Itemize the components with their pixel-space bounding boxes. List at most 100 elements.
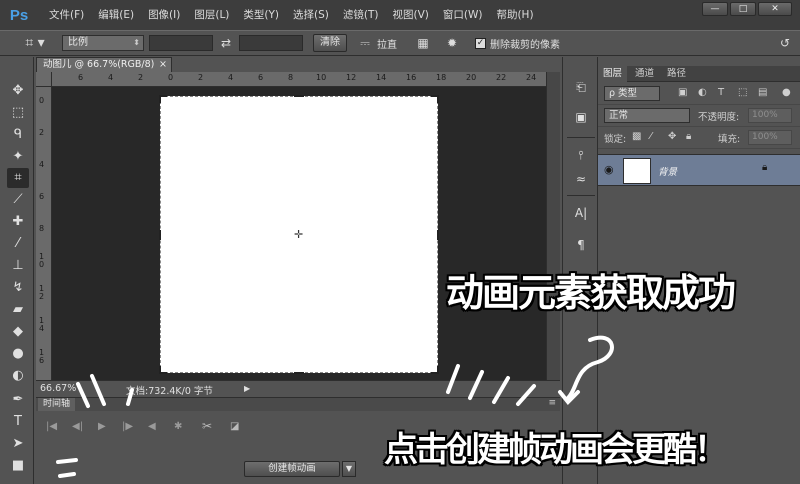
lasso-tool-icon[interactable]: ᑫ xyxy=(7,125,29,145)
filter-type-icon[interactable]: T xyxy=(718,87,724,98)
blend-mode-select[interactable]: 正常 xyxy=(604,108,690,123)
marquee-tool-icon[interactable]: ⬚ xyxy=(7,103,29,123)
pen-tool-icon[interactable]: ✒ xyxy=(7,390,29,410)
filter-shape-icon[interactable]: ⬚ xyxy=(738,87,747,98)
close-button[interactable]: ✕ xyxy=(758,2,792,16)
crop-handle-top-left[interactable] xyxy=(159,95,167,103)
menu-type[interactable]: 类型(Y) xyxy=(236,0,286,30)
opacity-field[interactable]: 100% xyxy=(748,108,792,123)
move-tool-icon[interactable]: ✥ xyxy=(7,81,29,101)
menu-help[interactable]: 帮助(H) xyxy=(489,0,540,30)
path-selection-tool-icon[interactable]: ➤ xyxy=(7,434,29,454)
menu-filter[interactable]: 滤镜(T) xyxy=(336,0,386,30)
type-tool-icon[interactable]: T xyxy=(7,412,29,432)
tab-layers[interactable]: 图层 xyxy=(598,66,628,82)
audio-icon[interactable]: ◀ xyxy=(148,421,156,432)
ruler-origin[interactable] xyxy=(36,72,52,87)
crop-handle-bottom-right[interactable] xyxy=(431,366,439,374)
zoom-level[interactable]: 66.67% xyxy=(40,383,76,394)
blur-tool-icon[interactable]: ● xyxy=(7,344,29,364)
dodge-tool-icon[interactable]: ◐ xyxy=(7,366,29,386)
lock-paint-icon[interactable]: ⁄ xyxy=(650,131,652,142)
filter-toggle-icon[interactable]: ● xyxy=(782,87,791,98)
straighten-icon[interactable]: ⎓ xyxy=(353,36,377,51)
menu-image[interactable]: 图像(I) xyxy=(141,0,187,30)
previous-frame-icon[interactable]: ◀| xyxy=(72,421,83,432)
lock-transparency-icon[interactable]: ▩ xyxy=(632,131,641,142)
fill-field[interactable]: 100% xyxy=(748,130,792,145)
swap-icon[interactable]: ⇄ xyxy=(213,36,239,50)
rectangle-tool-icon[interactable]: ■ xyxy=(7,456,29,476)
tab-channels[interactable]: 通道 xyxy=(630,66,659,82)
next-frame-icon[interactable]: |▶ xyxy=(122,421,133,432)
eraser-tool-icon[interactable]: ▰ xyxy=(7,300,29,320)
lock-position-icon[interactable]: ✥ xyxy=(668,131,676,142)
canvas-area[interactable]: ✛ xyxy=(52,87,546,380)
create-frame-animation-button[interactable]: 创建帧动画 xyxy=(244,461,340,477)
filter-adjustment-icon[interactable]: ◐ xyxy=(698,87,707,98)
lock-icon[interactable]: 🔒︎ xyxy=(762,162,767,173)
clear-button[interactable]: 清除 xyxy=(313,34,347,52)
character-panel-icon[interactable]: A| xyxy=(571,203,591,223)
crop-handle-bottom[interactable] xyxy=(294,372,304,374)
reset-icon[interactable]: ↺ xyxy=(778,36,792,50)
crop-handle-left[interactable] xyxy=(159,230,161,240)
history-panel-icon[interactable]: ⎗ xyxy=(571,77,591,97)
menu-select[interactable]: 选择(S) xyxy=(286,0,336,30)
document-tab[interactable]: 动图儿 @ 66.7%(RGB/8) × xyxy=(36,57,172,72)
eyedropper-tool-icon[interactable]: ⟋ xyxy=(7,190,29,210)
ratio-width-field[interactable] xyxy=(149,35,213,51)
status-menu-icon[interactable]: ▶ xyxy=(244,384,250,393)
close-tab-icon[interactable]: × xyxy=(159,58,167,72)
tab-paths[interactable]: 路径 xyxy=(662,66,691,82)
panel-menu-icon[interactable]: ≡ xyxy=(548,398,556,408)
brush-tool-icon[interactable]: ⁄ xyxy=(7,234,29,254)
history-brush-tool-icon[interactable]: ↯ xyxy=(7,278,29,298)
menu-layer[interactable]: 图层(L) xyxy=(187,0,236,30)
actions-panel-icon[interactable]: ▣ xyxy=(571,107,591,127)
crop-handle-top-right[interactable] xyxy=(431,95,439,103)
overlay-grid-icon[interactable]: ▦ xyxy=(411,36,435,50)
scissors-icon[interactable]: ✂ xyxy=(202,419,212,433)
paragraph-panel-icon[interactable]: ¶ xyxy=(571,235,591,255)
crop-handle-bottom-left[interactable] xyxy=(159,366,167,374)
first-frame-icon[interactable]: |◀ xyxy=(46,421,57,432)
paint-bucket-tool-icon[interactable]: ◆ xyxy=(7,322,29,342)
filter-pixel-icon[interactable]: ▣ xyxy=(678,87,687,98)
play-icon[interactable]: ▶ xyxy=(98,421,106,432)
ratio-select[interactable]: 比例 xyxy=(62,35,144,51)
transition-icon[interactable]: ◪ xyxy=(230,421,239,432)
clone-stamp-tool-icon[interactable]: ⊥ xyxy=(7,256,29,276)
minimize-button[interactable]: — xyxy=(702,2,728,16)
healing-brush-tool-icon[interactable]: ✚ xyxy=(7,212,29,232)
lock-all-icon[interactable]: 🔒︎ xyxy=(686,131,691,142)
menu-file[interactable]: 文件(F) xyxy=(42,0,91,30)
vertical-ruler[interactable]: 0 2 4 6 8 1 0 1 2 1 4 1 6 xyxy=(36,87,52,380)
settings-icon[interactable]: ✱ xyxy=(174,421,182,432)
document-canvas[interactable]: ✛ xyxy=(159,95,439,374)
brush-panel-icon[interactable]: ≈ xyxy=(571,169,591,189)
brush-presets-icon[interactable]: ⫯ xyxy=(571,145,591,165)
gear-icon[interactable]: ✹ xyxy=(441,36,463,50)
timeline-tab[interactable]: 时间轴 xyxy=(38,398,76,412)
filter-smart-object-icon[interactable]: ▤ xyxy=(758,87,767,98)
crop-tool-preset-icon[interactable]: ⌗ ▾ xyxy=(18,32,52,54)
magic-wand-tool-icon[interactable]: ✦ xyxy=(7,147,29,167)
crop-handle-top[interactable] xyxy=(294,95,304,97)
straighten-label[interactable]: 拉直 xyxy=(377,36,397,51)
create-animation-dropdown-icon[interactable]: ▼ xyxy=(342,461,356,477)
horizontal-ruler[interactable]: 6 4 2 0 2 4 6 8 10 12 14 16 18 20 22 24 xyxy=(52,72,546,87)
vertical-scrollbar[interactable] xyxy=(546,72,560,380)
delete-pixels-label[interactable]: 删除裁剪的像素 xyxy=(490,36,560,51)
maximize-button[interactable]: □ xyxy=(730,2,756,16)
menu-edit[interactable]: 编辑(E) xyxy=(91,0,141,30)
ratio-height-field[interactable] xyxy=(239,35,303,51)
menu-window[interactable]: 窗口(W) xyxy=(436,0,490,30)
crop-tool-icon[interactable]: ⌗ xyxy=(7,168,29,188)
eye-icon[interactable]: ◉ xyxy=(604,163,614,176)
menu-view[interactable]: 视图(V) xyxy=(385,0,435,30)
layer-row[interactable]: ◉ 背景 🔒︎ xyxy=(598,154,800,186)
delete-pixels-checkbox[interactable]: ✓ xyxy=(475,37,486,49)
layer-name[interactable]: 背景 xyxy=(658,164,677,178)
crop-handle-right[interactable] xyxy=(437,230,439,240)
